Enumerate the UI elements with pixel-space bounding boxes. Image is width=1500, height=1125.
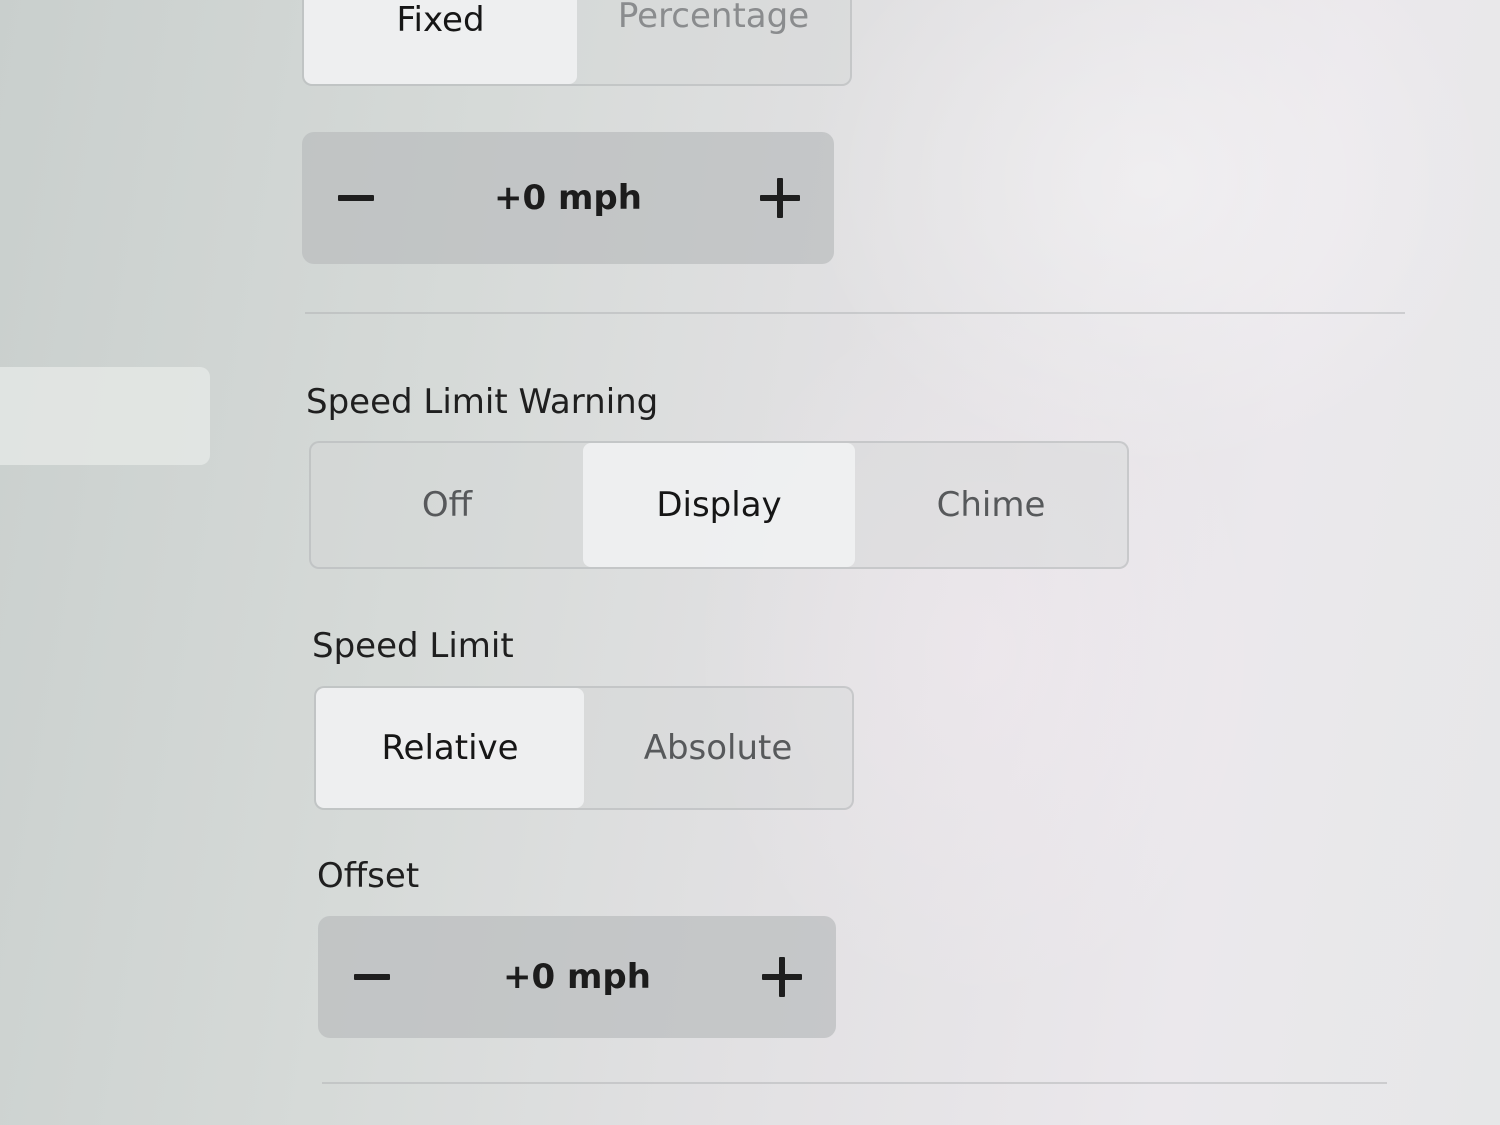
increase-button[interactable] <box>752 170 808 226</box>
speed-limit-option-label: Absolute <box>643 728 793 768</box>
offset-type-option-percentage[interactable]: Percentage <box>577 0 850 84</box>
speed-limit-option-absolute[interactable]: Absolute <box>584 688 852 808</box>
speed-limit-selector: Relative Absolute <box>314 686 854 810</box>
decrease-button[interactable] <box>328 170 384 226</box>
speed-limit-warning-option-label: Display <box>656 485 782 525</box>
speed-limit-warning-option-label: Chime <box>936 485 1046 525</box>
minus-icon <box>354 974 390 980</box>
speed-limit-warning-option-display[interactable]: Display <box>583 443 855 567</box>
speed-limit-warning-option-off[interactable]: Off <box>311 443 583 567</box>
minus-icon <box>338 195 374 201</box>
speed-limit-heading: Speed Limit <box>312 626 514 666</box>
decrease-button[interactable] <box>344 949 400 1005</box>
section-divider <box>305 312 1405 314</box>
speed-limit-warning-option-chime[interactable]: Chime <box>855 443 1127 567</box>
sidebar-item-selected[interactable] <box>0 367 210 465</box>
offset-type-option-label: Percentage <box>617 0 810 36</box>
offset-stepper: +0 mph <box>318 916 836 1038</box>
speed-limit-option-label: Relative <box>381 728 519 768</box>
offset-type-option-label: Fixed <box>396 0 485 40</box>
plus-icon <box>761 957 802 997</box>
speed-limit-warning-selector: Off Display Chime <box>309 441 1129 569</box>
offset-type-option-fixed[interactable]: Fixed <box>304 0 577 84</box>
fixed-offset-stepper: +0 mph <box>302 132 834 264</box>
plus-icon <box>759 178 800 218</box>
offset-type-selector: Fixed Percentage <box>302 0 852 86</box>
offset-value: +0 mph <box>494 178 642 218</box>
speed-limit-warning-heading: Speed Limit Warning <box>306 382 659 422</box>
speed-limit-warning-option-label: Off <box>421 485 473 525</box>
offset-value: +0 mph <box>503 957 651 997</box>
increase-button[interactable] <box>754 949 810 1005</box>
offset-heading: Offset <box>317 856 420 896</box>
speed-limit-option-relative[interactable]: Relative <box>316 688 584 808</box>
section-divider <box>322 1082 1387 1084</box>
